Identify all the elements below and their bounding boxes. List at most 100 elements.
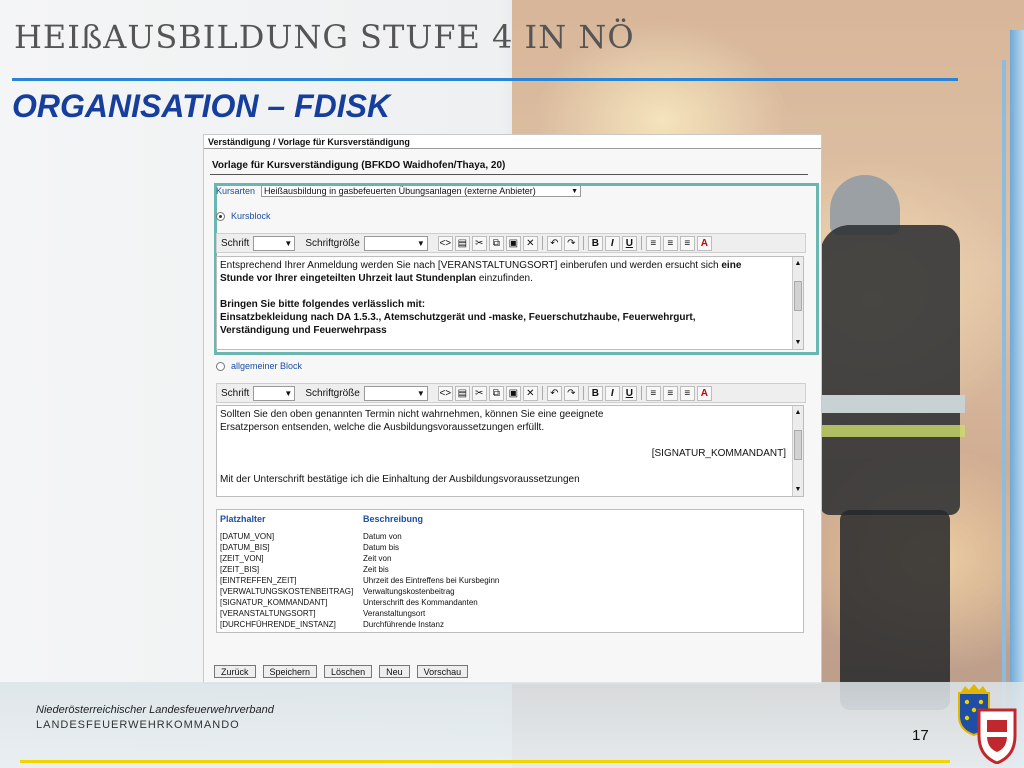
chevron-down-icon: ▼: [416, 388, 425, 398]
kursblock-editor[interactable]: Entsprechend Ihrer Anmeldung werden Sie …: [216, 256, 804, 350]
slide-title: HEIßAUSBILDUNG STUFE 4 IN NÖ: [14, 18, 635, 56]
source-code-icon[interactable]: <>: [437, 385, 453, 401]
fire-brigade-emblem-icon: [977, 708, 1017, 764]
chevron-down-icon: ▼: [284, 388, 293, 398]
fdisk-screenshot: Verständigung / Vorlage für Kursverständ…: [203, 134, 822, 684]
kursarten-row: Kursarten Heißausbildung in gasbefeuerte…: [216, 185, 582, 197]
editor-line: Verständigung und Feuerwehrpass: [220, 324, 800, 337]
editor-text-bold: Einsatzbekleidung nach DA 1.5.3., Atemsc…: [220, 312, 696, 323]
editor-scrollbar[interactable]: ▲ ▼: [792, 257, 803, 349]
source-code-icon[interactable]: <>: [437, 235, 453, 251]
right-decoration-line: [1002, 60, 1006, 760]
editor-scrollbar[interactable]: ▲ ▼: [792, 406, 803, 496]
editor-toolbar: Schrift ▼ Schriftgröße ▼ <> ▤ ✂ ⧉ ▣ ✕ ↶ …: [216, 383, 806, 403]
placeholder-key: [ZEIT_BIS]: [220, 565, 260, 574]
underline-icon[interactable]: U: [621, 385, 637, 401]
editor-text: Entsprechend Ihrer Anmeldung werden Sie …: [220, 260, 722, 271]
right-decoration: [1010, 30, 1024, 768]
chevron-down-icon: ▼: [284, 238, 293, 248]
screenshot-header: Verständigung / Vorlage für Kursverständ…: [204, 135, 821, 149]
cut-icon[interactable]: ✂: [471, 235, 487, 251]
kursblock-radio-row[interactable]: Kursblock: [216, 211, 271, 221]
bold-icon[interactable]: B: [587, 235, 603, 251]
placeholder-description: Veranstaltungsort: [363, 609, 426, 618]
chevron-down-icon[interactable]: ▼: [793, 336, 803, 349]
editor-text-bold: eine: [721, 260, 742, 271]
table-row: [ZEIT_VON] Zeit von: [217, 554, 803, 565]
text-color-icon[interactable]: A: [696, 385, 712, 401]
copy-icon[interactable]: ⧉: [488, 235, 504, 251]
redo-icon[interactable]: ↷: [563, 235, 579, 251]
chevron-up-icon[interactable]: ▲: [793, 257, 803, 270]
organization-unit: LANDESFEUERWEHRKOMMANDO: [36, 719, 240, 731]
scrollbar-thumb[interactable]: [794, 430, 802, 460]
copy-icon[interactable]: ⧉: [488, 385, 504, 401]
italic-icon[interactable]: I: [604, 235, 620, 251]
undo-icon[interactable]: ↶: [546, 385, 562, 401]
chevron-down-icon[interactable]: ▼: [793, 483, 803, 496]
placeholder-key: [DURCHFÜHRENDE_INSTANZ]: [220, 620, 336, 629]
placeholder-key: [ZEIT_VON]: [220, 554, 264, 563]
editor-line: Einsatzbekleidung nach DA 1.5.3., Atemsc…: [220, 311, 800, 324]
preview-button[interactable]: Vorschau: [416, 665, 469, 678]
paste-icon[interactable]: ▣: [505, 385, 521, 401]
editor-line: Ersatzperson entsenden, welche die Ausbi…: [220, 422, 545, 433]
table-row: [VERWALTUNGSKOSTENBEITRAG] Verwaltungskos…: [217, 587, 803, 598]
redo-icon[interactable]: ↷: [563, 385, 579, 401]
toolbar-separator: [640, 236, 642, 250]
delete-button[interactable]: Löschen: [324, 665, 373, 678]
document-icon[interactable]: ▤: [454, 235, 470, 251]
font-size-select[interactable]: ▼: [363, 235, 428, 251]
italic-icon[interactable]: I: [604, 385, 620, 401]
paste-icon[interactable]: ▣: [505, 235, 521, 251]
editor-line: Entsprechend Ihrer Anmeldung werden Sie …: [220, 259, 800, 272]
save-button[interactable]: Speichern: [262, 665, 318, 678]
align-center-icon[interactable]: ≡: [662, 385, 678, 401]
text-color-icon[interactable]: A: [696, 235, 712, 251]
align-right-icon[interactable]: ≡: [679, 385, 695, 401]
placeholder-column-header: Platzhalter: [220, 514, 266, 524]
document-icon[interactable]: ▤: [454, 385, 470, 401]
allgemein-radio-row[interactable]: allgemeiner Block: [216, 361, 302, 371]
form-button-bar: Zurück Speichern Löschen Neu Vorschau: [214, 665, 469, 678]
align-left-icon[interactable]: ≡: [645, 385, 661, 401]
align-center-icon[interactable]: ≡: [662, 235, 678, 251]
font-label: Schrift: [221, 237, 250, 249]
underline-icon[interactable]: U: [621, 235, 637, 251]
font-select[interactable]: ▼: [253, 235, 296, 251]
placeholder-description: Zeit von: [363, 554, 392, 563]
cut-icon[interactable]: ✂: [471, 385, 487, 401]
description-column-header: Beschreibung: [363, 514, 424, 524]
chevron-up-icon[interactable]: ▲: [793, 406, 803, 419]
table-row: [ZEIT_BIS] Zeit bis: [217, 565, 803, 576]
font-size-select[interactable]: ▼: [363, 385, 428, 401]
align-right-icon[interactable]: ≡: [679, 235, 695, 251]
allgemein-radio[interactable]: [216, 361, 225, 371]
kursblock-radio[interactable]: [216, 211, 225, 221]
kursarten-select[interactable]: Heißausbildung in gasbefeuerten Übungsan…: [261, 185, 582, 197]
chevron-down-icon: ▼: [571, 187, 579, 195]
new-button[interactable]: Neu: [379, 665, 410, 678]
delete-icon[interactable]: ✕: [522, 235, 538, 251]
placeholder-key: [VERWALTUNGSKOSTENBEITRAG]: [220, 587, 354, 596]
allgemein-editor[interactable]: Sollten Sie den oben genannten Termin ni…: [216, 405, 804, 497]
toolbar-separator: [541, 386, 543, 400]
editor-line: Mit der Unterschrift bestätige ich die E…: [220, 474, 580, 485]
editor-text-bold: Verständigung und Feuerwehrpass: [220, 325, 387, 336]
undo-icon[interactable]: ↶: [546, 235, 562, 251]
delete-icon[interactable]: ✕: [522, 385, 538, 401]
back-button[interactable]: Zurück: [214, 665, 256, 678]
placeholder-key: [DATUM_VON]: [220, 532, 275, 541]
kursblock-label: Kursblock: [231, 211, 271, 221]
align-left-icon[interactable]: ≡: [645, 235, 661, 251]
table-row: [VERANSTALTUNGSORT] Veranstaltungsort: [217, 609, 803, 620]
bold-icon[interactable]: B: [587, 385, 603, 401]
placeholder-description: Datum von: [363, 532, 402, 541]
placeholder-description: Verwaltungskostenbeitrag: [363, 587, 455, 596]
font-select[interactable]: ▼: [253, 385, 296, 401]
placeholder-table: Platzhalter Beschreibung [DATUM_VON] Datu…: [216, 509, 804, 633]
form-divider: [210, 174, 808, 175]
scrollbar-thumb[interactable]: [794, 281, 802, 311]
page-number: 17: [912, 727, 929, 744]
kursarten-value: Heißausbildung in gasbefeuerten Übungsan…: [264, 186, 536, 196]
